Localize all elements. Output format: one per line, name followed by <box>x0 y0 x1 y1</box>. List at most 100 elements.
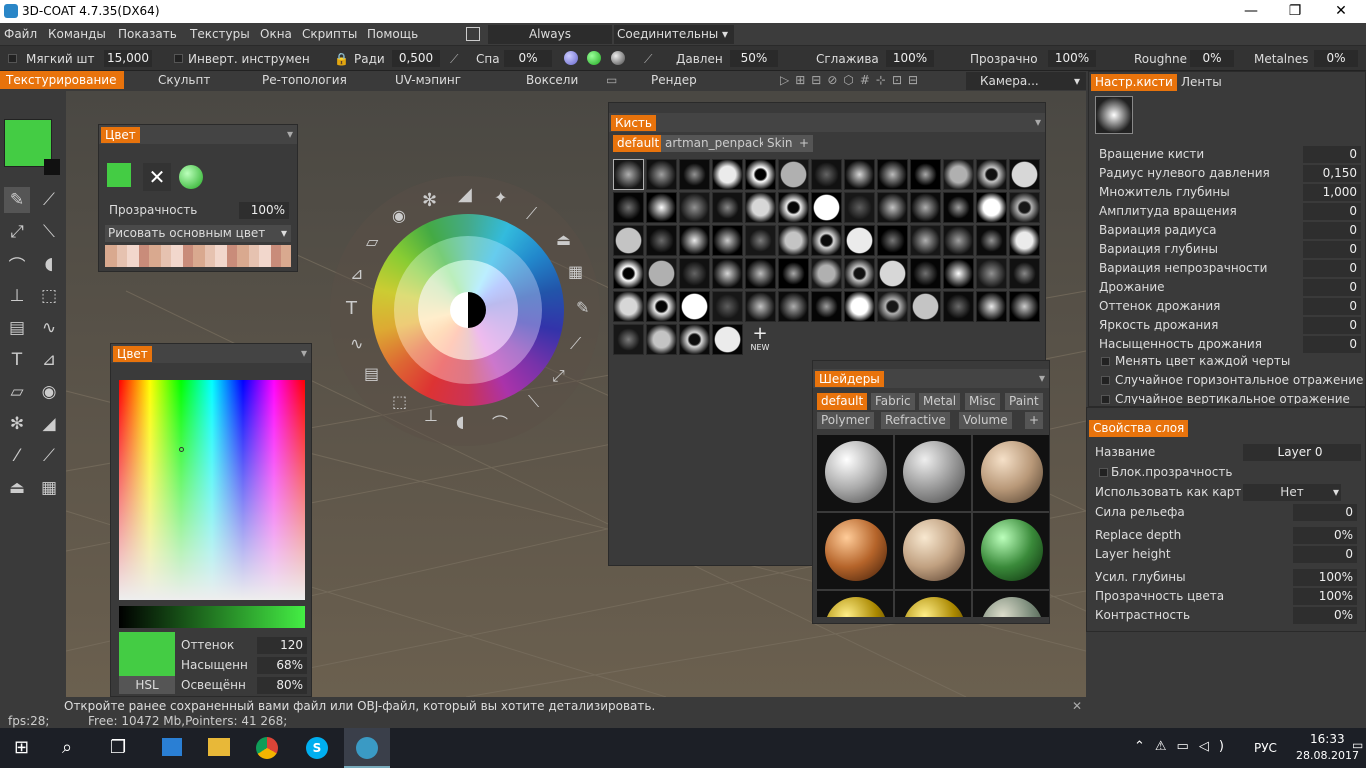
curve-tool-icon[interactable]: ⌒ <box>4 251 30 277</box>
change-color-checkbox[interactable] <box>1101 357 1110 366</box>
spline-icon[interactable]: ∿ <box>350 334 363 353</box>
shader-tab-polymer[interactable]: Polymer <box>817 412 874 429</box>
chrome-app-icon[interactable] <box>256 737 278 759</box>
room-sculpt[interactable]: Скульпт <box>158 73 210 87</box>
menu-windows[interactable]: Окна <box>260 27 292 41</box>
brush-thumbnail[interactable] <box>745 291 776 322</box>
brush-thumbnail[interactable] <box>943 225 974 256</box>
color-cursor[interactable] <box>179 447 184 452</box>
brush-thumbnail[interactable] <box>646 258 677 289</box>
pen-icon[interactable]: ⟋ <box>570 334 581 354</box>
brush-thumbnail[interactable] <box>712 324 743 355</box>
brush-thumbnail[interactable] <box>811 192 842 223</box>
brush-setting-value[interactable]: 1,000 <box>1303 184 1361 201</box>
brush-thumbnail[interactable] <box>910 159 941 190</box>
brush-thumbnail[interactable] <box>679 258 710 289</box>
brush-thumbnail[interactable] <box>976 291 1007 322</box>
brush-thumbnail[interactable] <box>778 192 809 223</box>
lasso-tool-icon[interactable]: ⬚ <box>36 283 62 309</box>
brush-thumbnail[interactable] <box>976 192 1007 223</box>
curve-icon[interactable]: ⌒ <box>492 410 508 434</box>
depth-sphere-icon[interactable] <box>611 51 625 65</box>
layer-prop-value[interactable]: 100% <box>1293 569 1357 586</box>
brush-thumbnail[interactable] <box>712 258 743 289</box>
shader-tab-paint[interactable]: Paint <box>1005 393 1043 410</box>
wand-tool-icon[interactable]: ⁄ <box>4 443 30 469</box>
pressure-value-field[interactable]: 50% <box>730 50 778 67</box>
room-render[interactable]: Рендер <box>651 73 697 87</box>
brush-setting-value[interactable]: 0 <box>1303 203 1361 220</box>
brush-thumbnail[interactable] <box>745 258 776 289</box>
brush-thumbnail[interactable] <box>679 324 710 355</box>
brush-thumbnail[interactable] <box>910 225 941 256</box>
clock-date[interactable]: 28.08.2017 <box>1296 749 1359 762</box>
eye-tool-icon[interactable]: ◉ <box>36 379 62 405</box>
brush-setting-value[interactable]: 0 <box>1303 298 1361 315</box>
shader-thumb[interactable] <box>973 513 1049 589</box>
tray-icons[interactable]: ⌃⚠▭◁) <box>1134 739 1234 754</box>
brush-thumbnail[interactable] <box>877 159 908 190</box>
lasso-icon[interactable]: ⬚ <box>392 392 407 411</box>
smooth-value-field[interactable]: 100% <box>886 50 934 67</box>
shader-tab-misc[interactable]: Misc <box>965 393 1000 410</box>
pipette-icon[interactable]: ⟋ <box>526 204 537 224</box>
lock-transparency-checkbox[interactable] <box>1099 468 1108 477</box>
eraser-tool-icon[interactable]: ▱ <box>4 379 30 405</box>
close-hint-icon[interactable]: ✕ <box>1072 699 1082 713</box>
spa-value-field[interactable]: 0% <box>504 50 552 67</box>
saturation-field[interactable]: 68% <box>257 657 307 674</box>
notifications-icon[interactable]: ▭ <box>1352 738 1363 752</box>
ruler-icon[interactable]: ▦ <box>568 262 583 281</box>
brush-thumbnail[interactable] <box>679 192 710 223</box>
maximize-button[interactable]: ❐ <box>1280 2 1310 20</box>
shader-tab-default[interactable]: default <box>817 393 868 410</box>
text-tool-icon[interactable]: T <box>4 347 30 373</box>
fill-icon[interactable]: ⤢ <box>552 366 565 386</box>
metalness-value-field[interactable]: 0% <box>1314 50 1358 67</box>
brush-thumbnail[interactable] <box>646 225 677 256</box>
language-indicator[interactable]: РУС <box>1254 741 1277 755</box>
room-voxels[interactable]: Воксели <box>526 73 578 87</box>
brush-thumbnail[interactable] <box>679 225 710 256</box>
lightness-field[interactable]: 80% <box>257 677 307 694</box>
brush-thumbnail[interactable] <box>1009 258 1040 289</box>
pen-tool-icon[interactable]: ⟋ <box>36 187 62 213</box>
brush-thumbnail[interactable] <box>646 291 677 322</box>
brush-thumbnail[interactable] <box>844 225 875 256</box>
soft-checkbox[interactable] <box>8 54 17 63</box>
close-button[interactable]: ✕ <box>1326 2 1356 20</box>
menu-show[interactable]: Показать <box>118 27 177 41</box>
brush-thumbnail[interactable] <box>613 324 644 355</box>
brush-setting-value[interactable]: 0 <box>1303 279 1361 296</box>
layer-prop-value[interactable]: 0% <box>1293 527 1357 544</box>
brush-thumbnail[interactable] <box>811 159 842 190</box>
picker-tool-icon[interactable]: ⟋ <box>36 443 62 469</box>
camera-select[interactable]: Камера... ▾ <box>966 72 1086 90</box>
brush-thumbnail[interactable] <box>943 258 974 289</box>
brush-thumbnail[interactable] <box>679 291 710 322</box>
brush-thumbnail[interactable] <box>1009 225 1040 256</box>
lock-icon[interactable]: 🔒 <box>334 52 349 66</box>
brush-thumbnail[interactable] <box>943 192 974 223</box>
brush-tab-artman[interactable]: artman_penpack <box>661 135 770 152</box>
bucket-tool-icon[interactable]: ◢ <box>36 411 62 437</box>
clock-time[interactable]: 16:33 <box>1310 732 1345 746</box>
brush-thumbnail[interactable] <box>745 159 776 190</box>
brush-preview[interactable] <box>1095 96 1133 134</box>
brush-thumbnail[interactable] <box>613 258 644 289</box>
main-color-swatch[interactable] <box>107 163 131 187</box>
color-palette-strip[interactable] <box>105 245 291 267</box>
paint-icon[interactable]: ⟍ <box>528 392 539 412</box>
brush-setting-value[interactable]: 0,150 <box>1303 165 1361 182</box>
brush-thumbnail[interactable] <box>778 225 809 256</box>
brush-thumbnail[interactable] <box>877 192 908 223</box>
radius-value-field[interactable]: 0,500 <box>392 50 440 67</box>
color-sphere-icon[interactable] <box>587 51 601 65</box>
brush-thumbnail[interactable] <box>712 159 743 190</box>
brush-thumbnail[interactable] <box>877 258 908 289</box>
hflip-checkbox[interactable] <box>1101 376 1110 385</box>
brush-thumbnail[interactable] <box>943 291 974 322</box>
menu-file[interactable]: Файл <box>4 27 37 41</box>
brush-thumbnail[interactable] <box>745 192 776 223</box>
hsl-mode-button[interactable]: HSL <box>119 676 175 694</box>
